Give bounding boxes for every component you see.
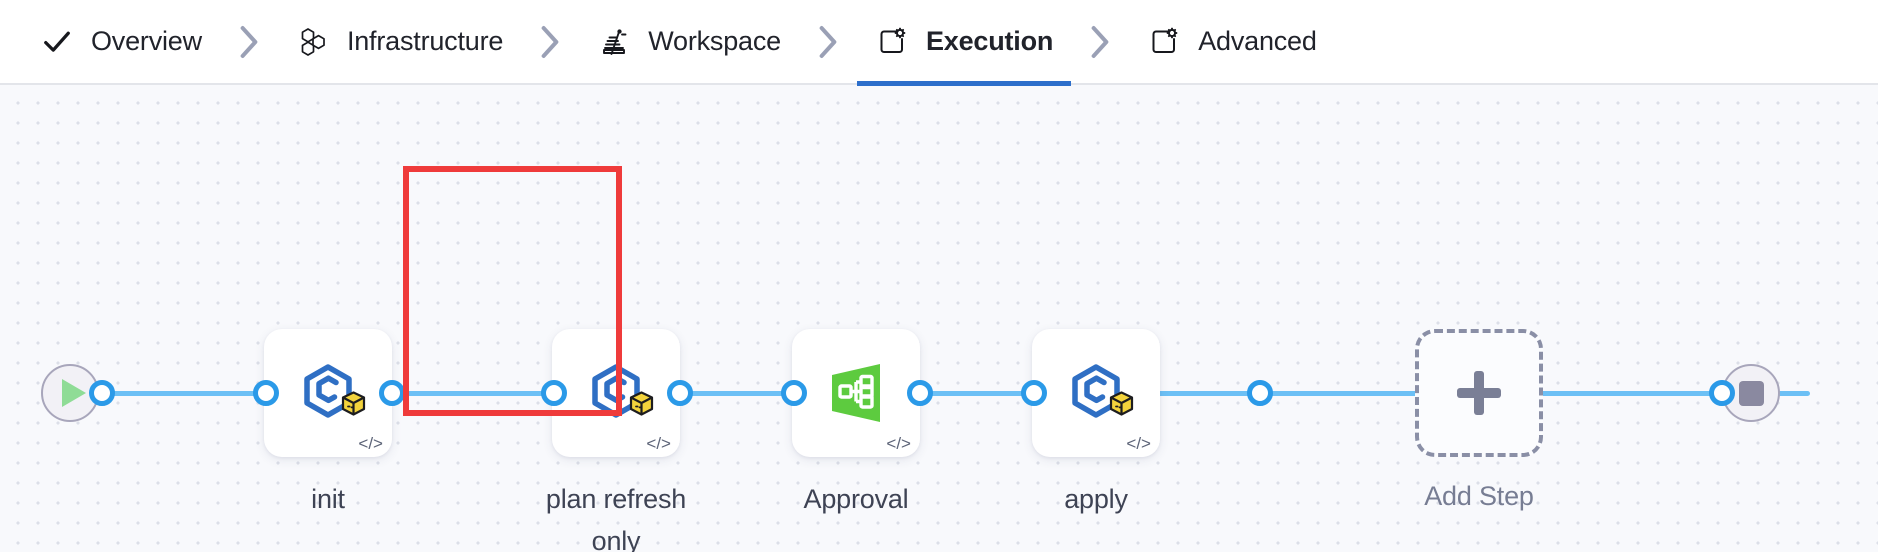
- add-step-label: Add Step: [1359, 475, 1599, 517]
- nav-step-label: Overview: [91, 28, 202, 55]
- stop-icon: [1739, 381, 1764, 406]
- nav-step-label: Infrastructure: [347, 28, 503, 55]
- port-apply-in[interactable]: [1021, 380, 1047, 406]
- hexagons-icon: [296, 25, 330, 59]
- nav-step-workspace[interactable]: Workspace: [593, 0, 785, 84]
- port-init-in[interactable]: [253, 380, 279, 406]
- chevron-right-icon: [785, 23, 871, 61]
- port-end-in[interactable]: [1709, 380, 1735, 406]
- check-icon: [40, 25, 74, 59]
- node-plan-refresh-only[interactable]: </>: [552, 329, 680, 457]
- code-badge-icon: </>: [886, 435, 911, 452]
- stack-icon: [597, 25, 631, 59]
- port-init-out[interactable]: [379, 380, 405, 406]
- chevron-right-icon: [206, 23, 292, 61]
- node-approval[interactable]: </>: [792, 329, 920, 457]
- task-gear-icon: [1147, 25, 1181, 59]
- node-label-approval: Approval: [736, 478, 976, 520]
- task-gear-icon: [875, 25, 909, 59]
- node-init[interactable]: </>: [264, 329, 392, 457]
- nav-step-advanced[interactable]: Advanced: [1143, 0, 1321, 84]
- plus-icon: [1457, 371, 1501, 415]
- chevron-right-icon: [507, 23, 593, 61]
- node-apply[interactable]: </>: [1032, 329, 1160, 457]
- node-label-init: init: [208, 478, 448, 520]
- nav-step-infrastructure[interactable]: Infrastructure: [292, 0, 507, 84]
- port-approval-out[interactable]: [907, 380, 933, 406]
- node-label-plan-refresh-only: plan refresh only: [496, 478, 736, 552]
- play-icon: [62, 379, 86, 407]
- port-apply-out[interactable]: [1247, 380, 1273, 406]
- port-approval-in[interactable]: [781, 380, 807, 406]
- port-plan-out[interactable]: [667, 380, 693, 406]
- nav-step-label: Advanced: [1198, 28, 1317, 55]
- port-start-out[interactable]: [89, 380, 115, 406]
- add-step-button[interactable]: [1415, 329, 1543, 457]
- nav-step-label: Execution: [926, 28, 1053, 55]
- node-label-apply: apply: [976, 478, 1216, 520]
- workflow-canvas[interactable]: </> init </> plan refresh only: [0, 85, 1878, 552]
- nav-step-overview[interactable]: Overview: [36, 0, 206, 84]
- port-plan-in[interactable]: [541, 380, 567, 406]
- code-badge-icon: </>: [358, 435, 383, 452]
- nav-step-label: Workspace: [648, 28, 781, 55]
- code-badge-icon: </>: [1126, 435, 1151, 452]
- nav-step-execution[interactable]: Execution: [871, 0, 1057, 84]
- wizard-nav: Overview Infrastructure: [0, 0, 1878, 85]
- code-badge-icon: </>: [646, 435, 671, 452]
- chevron-right-icon: [1057, 23, 1143, 61]
